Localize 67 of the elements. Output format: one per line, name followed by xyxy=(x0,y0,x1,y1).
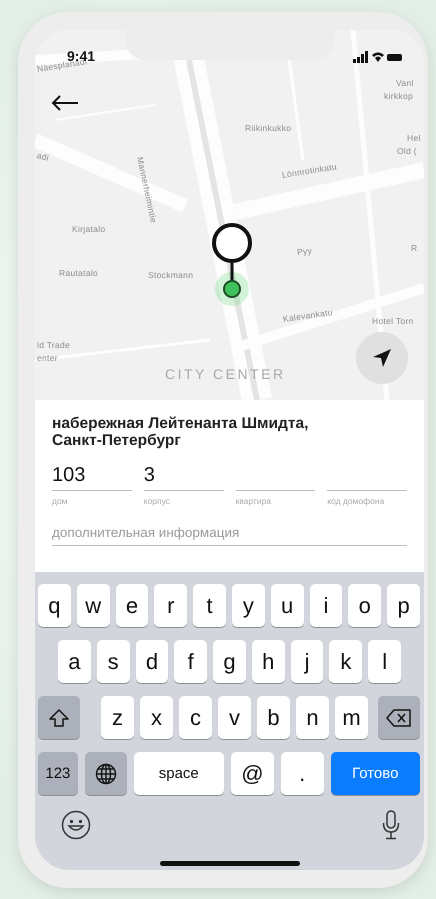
keyboard-key[interactable]: c xyxy=(179,696,212,739)
keyboard-key[interactable]: z xyxy=(101,696,134,739)
keyboard-key[interactable]: @ xyxy=(231,752,274,795)
keyboard-key[interactable]: g xyxy=(213,640,246,683)
map-label: Stockmann xyxy=(148,270,194,280)
shift-key[interactable] xyxy=(38,696,80,739)
keyboard-key[interactable]: w xyxy=(76,584,110,627)
keyboard-key[interactable]: o xyxy=(348,584,382,627)
map-label: CITY CENTER xyxy=(165,366,286,382)
keyboard-key[interactable]: b xyxy=(257,696,290,739)
keyboard-key[interactable]: h xyxy=(252,640,285,683)
keyboard-key[interactable]: a xyxy=(58,640,91,683)
keyboard-key[interactable]: d xyxy=(136,640,168,683)
map-label: enter xyxy=(37,353,58,363)
space-key[interactable]: space xyxy=(134,752,224,795)
map-label: R xyxy=(411,243,418,253)
address-title: набережная Лейтенанта Шмидта, Санкт-Петербург xyxy=(52,416,310,450)
keyboard-key[interactable]: u xyxy=(270,584,304,627)
keyboard-key[interactable]: . xyxy=(280,752,324,795)
field-label: код домофона xyxy=(327,496,386,506)
navigation-arrow-icon xyxy=(371,347,393,369)
keyboard-key[interactable]: k xyxy=(329,640,362,683)
map-label: Hotel Torn xyxy=(372,316,414,326)
numbers-key[interactable]: 123 xyxy=(38,752,78,795)
map-label: ld Trade xyxy=(37,340,70,350)
address-field[interactable]: 3 xyxy=(144,463,224,492)
keyboard-key[interactable]: y xyxy=(232,584,265,627)
language-key[interactable] xyxy=(84,752,127,795)
address-field[interactable]: 103 xyxy=(52,463,132,492)
field-label: квартира xyxy=(236,496,272,506)
keyboard-key[interactable]: j xyxy=(290,640,324,683)
map-label: Kirjatalo xyxy=(72,224,106,234)
field-label: корпус xyxy=(144,496,172,506)
field-label: дом xyxy=(52,496,69,506)
keyboard-key[interactable]: q xyxy=(38,584,71,627)
shift-icon xyxy=(49,708,69,726)
map-label: Vanl xyxy=(396,78,414,88)
map-label: Pyy xyxy=(296,245,313,257)
status-icons xyxy=(353,51,403,63)
map-label: Riikinkukko xyxy=(245,123,292,133)
keyboard-key[interactable]: x xyxy=(140,696,173,739)
backspace-icon xyxy=(386,708,412,726)
done-button[interactable]: Готово xyxy=(330,752,420,795)
microphone-icon[interactable] xyxy=(382,810,400,840)
globe-icon xyxy=(94,762,117,784)
additional-info-field[interactable]: дополнительная информация xyxy=(52,522,407,546)
map-label: Rautatalo xyxy=(59,268,98,278)
keyboard-key[interactable]: m xyxy=(335,696,368,739)
keyboard-key[interactable]: v xyxy=(218,696,251,739)
back-arrow-icon xyxy=(51,95,79,111)
backspace-key[interactable] xyxy=(378,696,420,739)
map-label: adi xyxy=(36,150,50,163)
keyboard-key[interactable]: i xyxy=(310,584,342,627)
keyboard-key[interactable]: f xyxy=(174,640,208,683)
emoji-icon[interactable] xyxy=(61,810,91,840)
map-label: kirkkop xyxy=(384,91,414,101)
map-label: Hel xyxy=(407,133,421,143)
keyboard-key[interactable]: e xyxy=(116,584,148,627)
keyboard-key[interactable]: p xyxy=(387,584,420,627)
map-label: Kalevankatu xyxy=(282,307,334,324)
map-label: Old ( xyxy=(397,146,417,156)
keyboard-key[interactable]: r xyxy=(154,584,188,627)
keyboard-key[interactable]: t xyxy=(193,584,226,627)
keyboard-key[interactable]: n xyxy=(296,696,329,739)
keyboard-key[interactable]: l xyxy=(368,640,402,683)
keyboard-key[interactable]: s xyxy=(96,640,130,683)
map-label: Lönnrotinkatu xyxy=(281,161,338,180)
